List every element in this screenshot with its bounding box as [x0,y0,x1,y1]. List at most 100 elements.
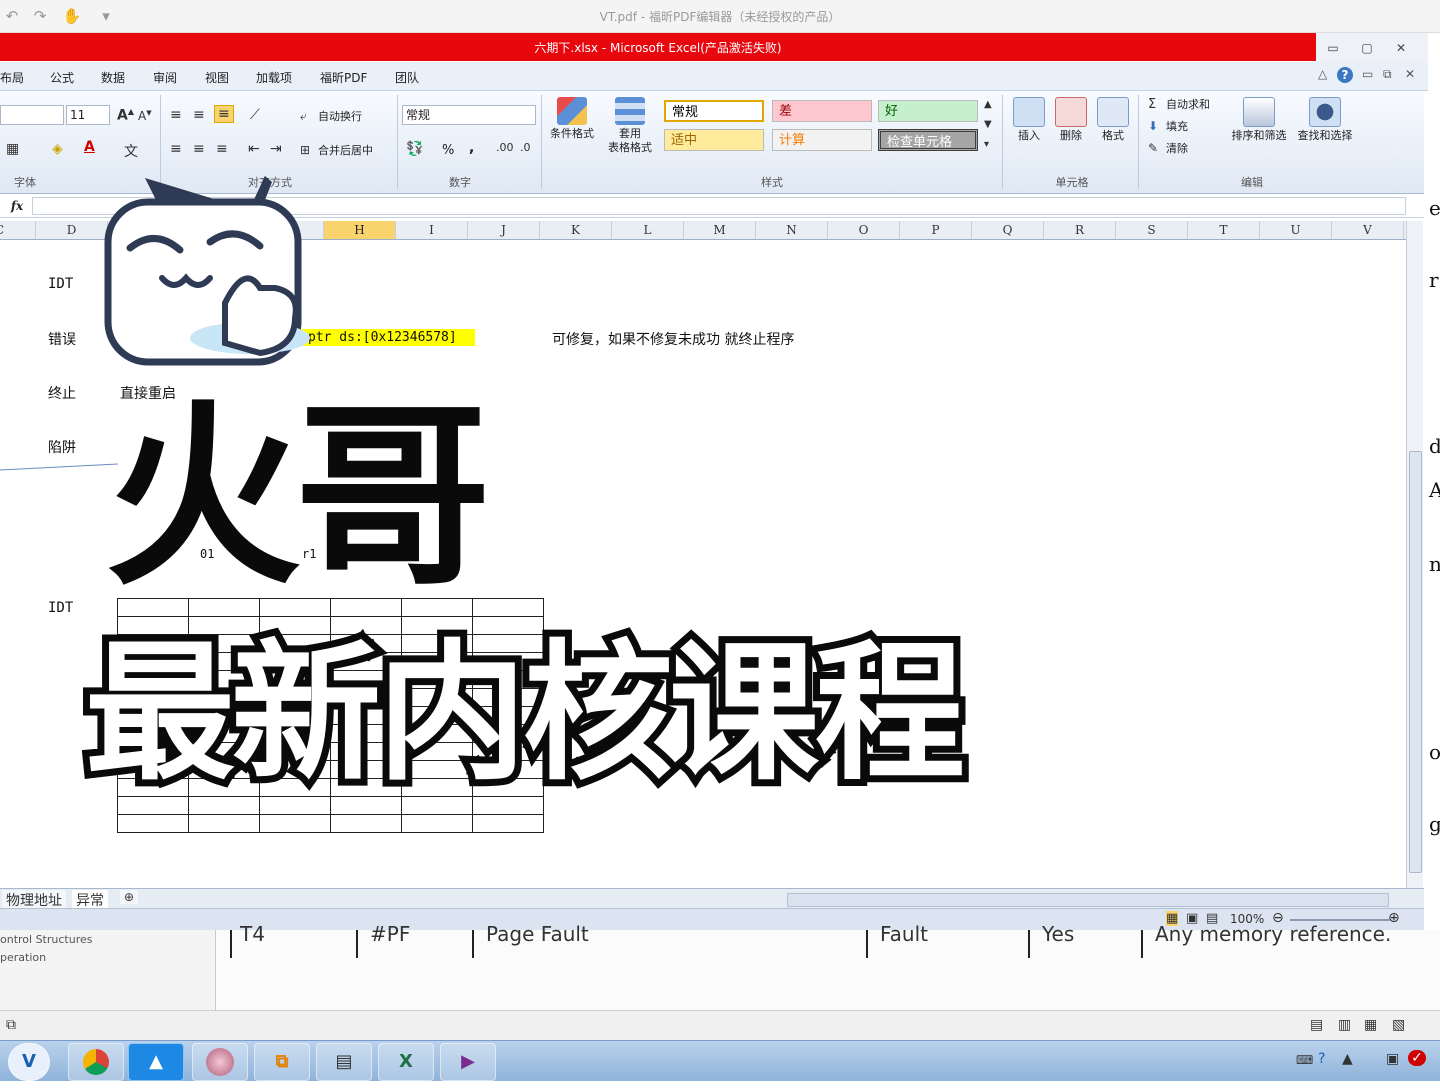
cell-style-3[interactable]: 适中 [664,129,764,151]
sheet-tab-physical-address[interactable]: 物理地址 [2,890,66,910]
column-header-u[interactable]: U [1260,221,1332,239]
column-header-h[interactable]: H [324,221,396,239]
gallery-up-icon[interactable]: ▲ [984,99,992,110]
table-cell[interactable] [472,814,544,833]
find-select-button[interactable]: 查找和选择 [1294,97,1356,143]
table-cell[interactable] [330,814,402,833]
table-cell[interactable] [117,814,189,833]
align-center-icon[interactable]: ≡ [193,141,205,157]
cell-idt[interactable]: IDT [48,276,73,292]
foxit-pdf-icon[interactable]: ▶ [440,1043,496,1081]
merge-center-button[interactable]: 合并后居中 [318,144,373,158]
column-header-k[interactable]: K [540,221,612,239]
tab-layout[interactable]: 布局 [0,69,24,86]
tab-review[interactable]: 审阅 [153,69,177,86]
tab-foxit-pdf[interactable]: 福昕PDF [320,69,367,86]
align-right-icon[interactable]: ≡ [216,141,228,157]
column-header-r[interactable]: R [1044,221,1116,239]
wb-minimize-icon[interactable]: ▭ [1362,67,1373,81]
comma-button[interactable]: , [469,141,474,155]
cell-error-note[interactable]: 可修复，如果不修复未成功 就终止程序 [552,329,794,349]
cell-trap[interactable]: 陷阱 [48,437,76,457]
fill-color-icon[interactable]: ◈ [52,141,63,157]
sort-filter-button[interactable]: 排序和筛选 [1228,97,1290,143]
autosum-button[interactable]: 自动求和 [1166,98,1210,112]
bookmark-item[interactable]: peration [0,951,215,964]
format-button[interactable]: 格式 [1094,97,1132,143]
vertical-scrollbar[interactable] [1406,221,1423,889]
decrease-indent-icon[interactable]: ⇤ [248,141,260,157]
tray-antivirus-icon[interactable]: ✓ [1408,1050,1426,1066]
column-header-v[interactable]: V [1332,221,1404,239]
pdf-continuous-icon[interactable]: ▥ [1338,1017,1351,1033]
wb-close-icon[interactable]: ✕ [1405,67,1415,81]
column-header-q[interactable]: Q [972,221,1044,239]
align-bottom-icon[interactable]: ≡ [214,105,234,123]
insert-sheet-icon[interactable]: ⊕ [120,890,139,904]
tab-formulas[interactable]: 公式 [50,69,74,86]
column-header-s[interactable]: S [1116,221,1188,239]
pdf-facing-icon[interactable]: ▦ [1364,1017,1377,1033]
column-header-t[interactable]: T [1188,221,1260,239]
percent-button[interactable]: % [442,144,454,158]
pdf-cover-icon[interactable]: ▧ [1392,1017,1405,1033]
grow-font-icon[interactable]: A▲ [117,107,134,124]
tray-arrow-icon[interactable]: ▲ [1342,1051,1353,1067]
insert-button[interactable]: 插入 [1010,97,1048,143]
number-format-select[interactable]: 常规 [402,105,536,125]
merge-icon[interactable]: ⊞ [300,143,310,157]
minimize-icon[interactable]: ▭ [1316,33,1350,63]
increase-decimal-icon[interactable]: .00 [496,141,514,154]
column-header-p[interactable]: P [900,221,972,239]
tab-addins[interactable]: 加载项 [256,69,292,86]
cell-style-4[interactable]: 计算 [772,129,872,151]
column-header-n[interactable]: N [756,221,828,239]
tray-help-icon[interactable]: ? [1318,1051,1325,1067]
align-top-icon[interactable]: ≡ [170,107,182,123]
tab-data[interactable]: 数据 [101,69,125,86]
column-header-l[interactable]: L [612,221,684,239]
cell-abort[interactable]: 终止 [48,383,76,403]
horizontal-scrollbar[interactable] [787,893,1389,907]
cell-idt-2[interactable]: IDT [48,600,73,616]
vertical-scroll-thumb[interactable] [1409,451,1422,873]
orientation-icon[interactable]: ⟋ [250,107,260,123]
vpn-app-icon[interactable]: V [8,1043,50,1081]
align-left-icon[interactable]: ≡ [170,141,182,157]
tray-video-icon[interactable]: ▣ [1386,1051,1399,1067]
maximize-icon[interactable]: ▢ [1350,33,1384,63]
align-middle-icon[interactable]: ≡ [193,107,205,123]
wb-restore-icon[interactable]: ⧉ [1383,67,1392,82]
table-cell[interactable] [188,814,260,833]
column-header-o[interactable]: O [828,221,900,239]
font-name-box[interactable] [0,105,64,125]
remote-app-icon[interactable]: ⧉ [254,1043,310,1081]
column-header-d[interactable]: D [36,221,108,239]
phonetic-icon[interactable]: 文 [124,141,138,161]
conditional-format-button[interactable]: 条件格式 [546,97,598,141]
sheet-tab-exception[interactable]: 异常 [72,890,108,910]
fill-button[interactable]: 填充 [1166,120,1188,134]
cell-error-code[interactable]: ptr ds:[0x12346578] [300,329,475,346]
cell-error[interactable]: 错误 [48,329,76,349]
cell-style-2[interactable]: 好 [878,100,978,122]
gallery-more-icon[interactable]: ▾ [984,139,989,150]
shrink-font-icon[interactable]: A▼ [138,109,152,123]
table-cell[interactable] [259,814,331,833]
font-color-icon[interactable]: A [84,139,95,155]
keyboard-icon[interactable]: ⌨ [1296,1053,1313,1067]
wrap-text-button[interactable]: 自动换行 [318,110,362,124]
collapse-ribbon-icon[interactable]: △ [1318,67,1327,81]
gallery-down-icon[interactable]: ▼ [984,119,992,130]
zoom-slider[interactable] [1290,919,1390,921]
pdf-page-icon[interactable]: ⧉ [6,1017,16,1033]
fx-icon[interactable]: fx [4,197,30,215]
anime-avatar-icon[interactable] [192,1043,248,1081]
close-icon[interactable]: ✕ [1384,33,1418,63]
cell-style-1[interactable]: 差 [772,100,872,122]
decrease-decimal-icon[interactable]: .0 [520,141,531,154]
font-size-box[interactable]: 11 [66,105,110,125]
excel-icon[interactable]: X [378,1043,434,1081]
terminal-icon[interactable]: ▤ [316,1043,372,1081]
column-header-i[interactable]: I [396,221,468,239]
